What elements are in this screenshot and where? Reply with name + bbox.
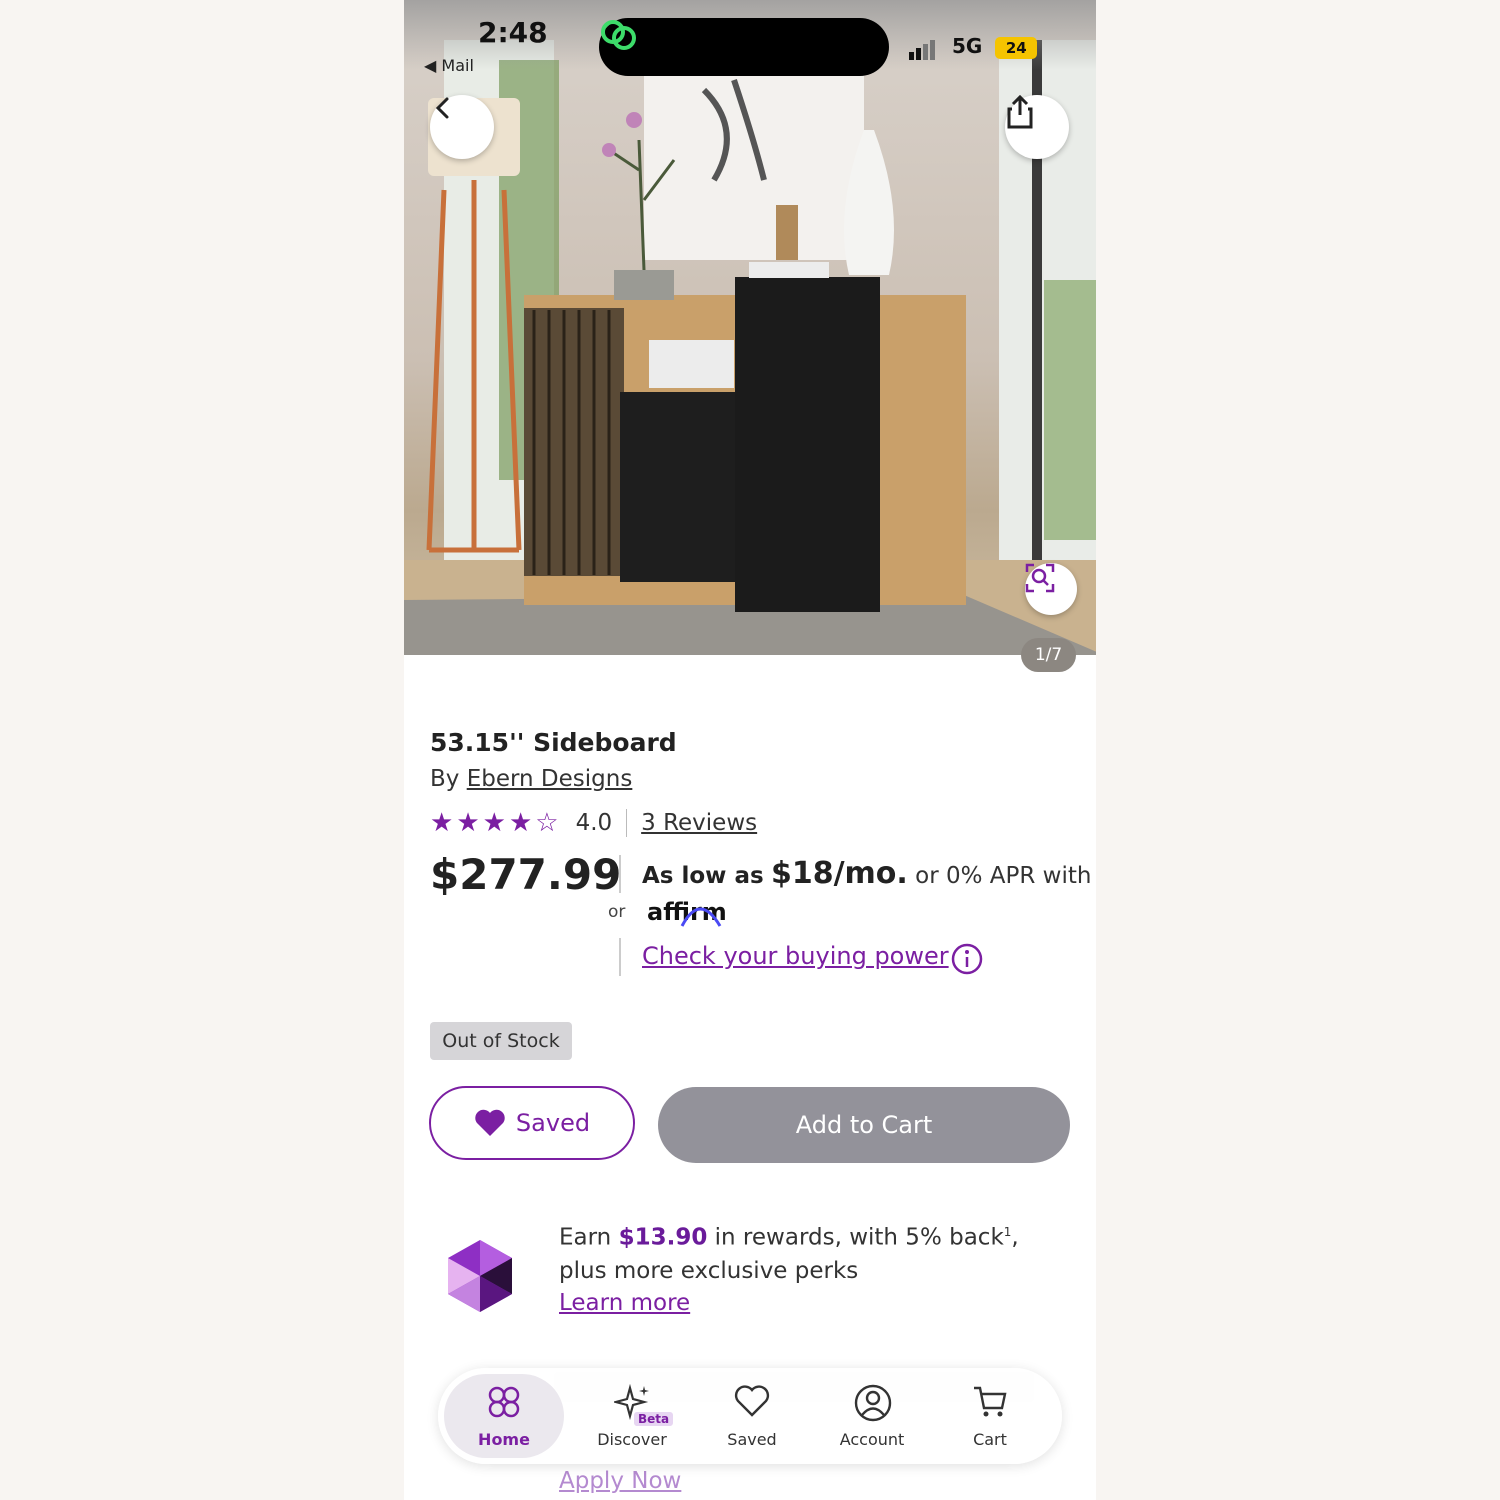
product-image[interactable]: 2:48 ◀ Mail 5G 24 — [404, 0, 1096, 655]
share-button[interactable] — [1005, 95, 1069, 159]
or-label: or — [608, 902, 626, 922]
rating-row: ★★★★☆ 4.0 3 Reviews — [430, 808, 757, 838]
star-rating: ★★★★☆ — [430, 808, 562, 838]
by-prefix: By — [430, 766, 460, 792]
product-title: 53.15'' Sideboard — [430, 728, 677, 757]
tab-label: Home — [478, 1430, 530, 1449]
tab-cart[interactable]: Cart — [930, 1368, 1050, 1464]
heart-icon — [734, 1385, 770, 1417]
brand-link[interactable]: Ebern Designs — [467, 766, 633, 792]
rewards-text: Earn $13.90 in rewards, with 5% back1, p… — [559, 1224, 1019, 1284]
rewards-amount: $13.90 — [618, 1224, 708, 1251]
tab-home[interactable]: Home — [444, 1374, 564, 1458]
info-icon[interactable] — [950, 942, 984, 976]
network-label: 5G — [951, 34, 983, 58]
tab-discover[interactable]: Beta Discover — [572, 1368, 692, 1464]
share-icon — [1007, 95, 1033, 129]
divider — [619, 855, 621, 893]
image-counter: 1/7 — [1021, 638, 1076, 672]
sideboard-illustration — [404, 40, 1096, 655]
reviews-link[interactable]: 3 Reviews — [641, 810, 757, 836]
star-icon: ★ — [430, 808, 457, 838]
tab-label: Discover — [597, 1430, 667, 1449]
star-icon: ★ — [508, 808, 536, 838]
beta-badge: Beta — [634, 1412, 674, 1426]
home-icon — [488, 1386, 520, 1418]
tab-account[interactable]: Account — [812, 1368, 932, 1464]
account-icon — [854, 1384, 892, 1422]
add-to-cart-button[interactable]: Add to Cart — [658, 1087, 1070, 1163]
tab-label: Saved — [727, 1430, 777, 1449]
saved-button[interactable]: Saved — [429, 1086, 635, 1160]
affirm-arc-icon — [680, 907, 722, 927]
back-to-app-link[interactable]: ◀ Mail — [424, 56, 474, 75]
signal-icon — [909, 36, 937, 60]
tab-saved[interactable]: Saved — [692, 1368, 812, 1464]
dynamic-island — [599, 18, 889, 76]
link-activity-icon — [601, 20, 636, 50]
heart-filled-icon — [475, 1109, 505, 1136]
check-buying-power-link[interactable]: Check your buying power — [642, 942, 949, 970]
star-outline-icon: ☆ — [535, 808, 562, 838]
learn-more-link[interactable]: Learn more — [559, 1290, 690, 1316]
chevron-left-icon — [435, 97, 449, 119]
brand-line: By Ebern Designs — [430, 766, 632, 792]
financing-text: As low as $18/mo. or 0% APR with — [642, 856, 1092, 891]
stock-status-badge: Out of Stock — [430, 1022, 572, 1060]
battery-icon: 24 — [995, 36, 1038, 59]
divider — [619, 938, 621, 976]
tab-label: Account — [839, 1430, 905, 1449]
visual-search-button[interactable] — [1025, 563, 1077, 615]
product-price: $277.99 — [430, 850, 622, 899]
tab-label: Cart — [973, 1430, 1007, 1449]
bottom-tab-bar: Home Beta Discover Saved Account Cart — [438, 1368, 1062, 1464]
saved-label: Saved — [515, 1109, 591, 1137]
back-button[interactable] — [430, 95, 494, 159]
star-icon: ★ — [482, 808, 509, 838]
star-icon: ★ — [456, 808, 483, 838]
divider — [626, 809, 628, 837]
visual-search-icon — [1025, 563, 1055, 593]
status-indicators: 5G 24 — [909, 34, 1038, 60]
cart-icon — [974, 1386, 1007, 1417]
phone-screen: 2:48 ◀ Mail 5G 24 1/7 53.15'' Sideboard … — [404, 0, 1096, 1500]
rewards-gem-icon — [448, 1240, 512, 1312]
rating-value: 4.0 — [575, 810, 613, 836]
status-time: 2:48 — [478, 16, 548, 49]
apply-now-link[interactable]: Apply Now — [559, 1468, 681, 1494]
